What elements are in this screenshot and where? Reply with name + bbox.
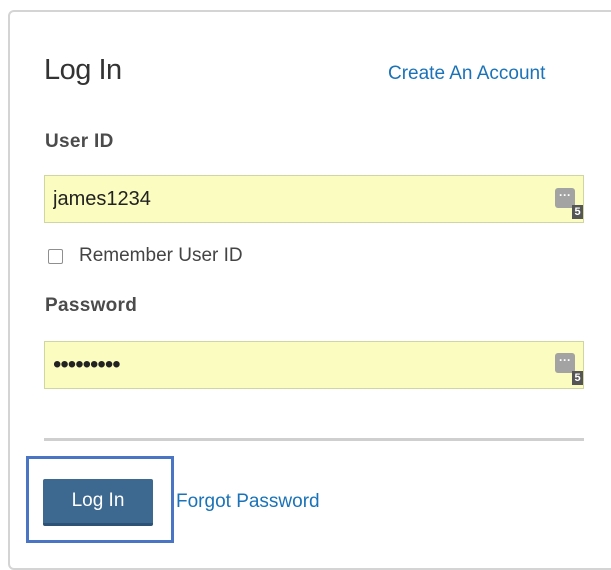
page-title: Log In xyxy=(44,54,122,86)
password-manager-count-badge: 5 xyxy=(572,371,583,385)
password-manager-icon[interactable]: ··· xyxy=(555,353,575,373)
remember-user-id-checkbox[interactable] xyxy=(48,248,63,264)
password-input[interactable] xyxy=(44,341,584,389)
password-manager-count-badge: 5 xyxy=(572,205,583,219)
password-label: Password xyxy=(45,295,138,316)
forgot-password-link[interactable]: Forgot Password xyxy=(176,491,320,513)
form-divider xyxy=(44,438,584,441)
user-id-label: User ID xyxy=(45,131,114,152)
create-account-link[interactable]: Create An Account xyxy=(388,63,545,85)
login-button[interactable]: Log In xyxy=(43,479,153,526)
remember-user-id-option[interactable]: Remember User ID xyxy=(48,245,243,267)
user-id-input[interactable] xyxy=(44,175,584,223)
remember-user-id-label: Remember User ID xyxy=(79,245,243,266)
